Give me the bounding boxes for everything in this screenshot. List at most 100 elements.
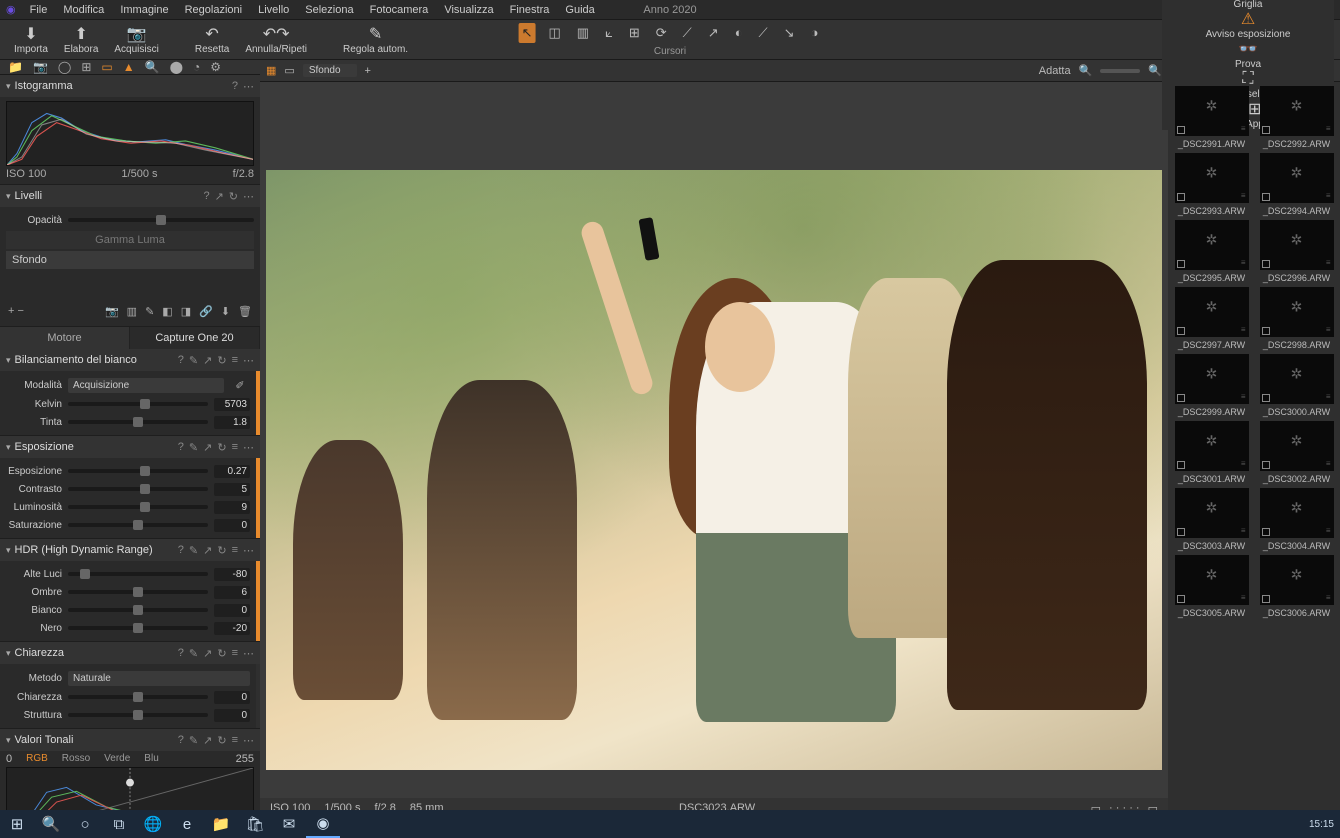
thumbnail[interactable]: ✲≡	[1260, 86, 1334, 136]
tab-library[interactable]: 📁	[8, 60, 23, 74]
checkbox-icon[interactable]	[1262, 193, 1270, 201]
remove-layer-icon[interactable]: −	[18, 305, 24, 317]
menu-image[interactable]: Immagine	[112, 4, 176, 16]
tint-value[interactable]: 1.8	[214, 416, 250, 429]
loupe-tool[interactable]: ▥	[574, 23, 592, 43]
tab-settings[interactable]: ⚙	[210, 60, 221, 74]
checkbox-icon[interactable]	[1177, 461, 1185, 469]
channel-rgb[interactable]: RGB	[26, 753, 48, 765]
thumbnail[interactable]: ✲≡	[1175, 354, 1249, 404]
wb-mode-select[interactable]: Acquisizione	[68, 378, 224, 393]
download-icon[interactable]: ⬇	[221, 305, 230, 318]
gradient-icon[interactable]: ◨	[181, 305, 191, 318]
thumbnail[interactable]: ✲≡	[1175, 287, 1249, 337]
chrome-icon[interactable]: 🌐	[136, 810, 170, 838]
tab-details[interactable]: ▲	[123, 60, 135, 74]
tab-adjust[interactable]: ⬤	[170, 60, 183, 74]
pointer-tool[interactable]: ↖	[519, 23, 536, 43]
reset-button[interactable]: ↶Resetta	[187, 25, 237, 55]
menu-window[interactable]: Finestra	[502, 4, 558, 16]
exposure-warning-button[interactable]: ⚠Avviso esposizione	[1162, 10, 1334, 40]
clarity-value-1[interactable]: 0	[214, 709, 250, 722]
eraser-tool[interactable]: ⟋	[756, 23, 771, 43]
kelvin-value[interactable]: 5703	[214, 398, 250, 411]
channel-green[interactable]: Verde	[104, 753, 130, 765]
proof-button[interactable]: 👓Prova	[1162, 40, 1334, 70]
mail-icon[interactable]: ✉	[272, 810, 306, 838]
gradient-tool[interactable]: ◐	[732, 23, 746, 43]
exposure-slider-0[interactable]	[68, 469, 208, 473]
thumbnail[interactable]: ✲≡	[1175, 555, 1249, 605]
hand-tool[interactable]: ◫	[545, 23, 563, 43]
spot-tool[interactable]: ⟋	[680, 23, 695, 43]
checkbox-icon[interactable]	[1262, 595, 1270, 603]
exposure-value-2[interactable]: 9	[214, 501, 250, 514]
checkbox-icon[interactable]	[1177, 126, 1185, 134]
thumbnail[interactable]: ✲≡	[1175, 153, 1249, 203]
process-button[interactable]: ⬆Elabora	[56, 25, 106, 55]
hdr-slider-0[interactable]	[68, 572, 208, 576]
hdr-value-1[interactable]: 6	[214, 586, 250, 599]
checkbox-icon[interactable]	[1177, 394, 1185, 402]
checkbox-icon[interactable]	[1177, 327, 1185, 335]
start-button[interactable]: ⊞	[0, 810, 34, 838]
checkbox-icon[interactable]	[1177, 528, 1185, 536]
checkbox-icon[interactable]	[1262, 126, 1270, 134]
exposure-header[interactable]: ▾ Esposizione ?✎↗↻≡⋯	[0, 436, 260, 458]
taskbar-clock[interactable]: 15:15	[1309, 819, 1334, 830]
hdr-slider-1[interactable]	[68, 590, 208, 594]
channel-red[interactable]: Rosso	[62, 753, 90, 765]
cortana-button[interactable]: ○	[68, 810, 102, 838]
exposure-slider-3[interactable]	[68, 523, 208, 527]
camera-icon[interactable]: 📷	[105, 305, 119, 318]
background-layer[interactable]: Sfondo	[6, 251, 254, 269]
clarity-method-select[interactable]: Naturale	[68, 671, 250, 686]
clone-tool[interactable]: ↘	[781, 23, 798, 43]
tab-meta[interactable]: ◔	[193, 60, 200, 74]
menu-edit[interactable]: Modifica	[55, 4, 112, 16]
channel-blue[interactable]: Blu	[144, 753, 158, 765]
explorer-icon[interactable]: 📁	[204, 810, 238, 838]
hdr-value-3[interactable]: -20	[214, 622, 250, 635]
link-icon[interactable]: 🔗	[199, 305, 213, 318]
opacity-slider[interactable]	[68, 218, 254, 222]
zoom-bar[interactable]	[1100, 69, 1140, 73]
thumbnail[interactable]: ✲≡	[1260, 287, 1334, 337]
clarity-value-0[interactable]: 0	[214, 691, 250, 704]
menu-view[interactable]: Visualizza	[436, 4, 501, 16]
import-button[interactable]: ⬇Importa	[6, 25, 56, 55]
checkbox-icon[interactable]	[1262, 394, 1270, 402]
kelvin-slider[interactable]	[68, 402, 208, 406]
thumbnail[interactable]: ✲≡	[1260, 555, 1334, 605]
tint-slider[interactable]	[68, 420, 208, 424]
eyedropper-icon[interactable]: ✐	[230, 379, 250, 392]
wb-header[interactable]: ▾ Bilanciamento del bianco ?✎↗↻≡⋯	[0, 349, 260, 371]
view-mode-single-icon[interactable]: ▭	[284, 64, 294, 77]
thumbnail[interactable]: ✲≡	[1260, 220, 1334, 270]
exposure-value-3[interactable]: 0	[214, 519, 250, 532]
store-icon[interactable]: 🛍	[238, 810, 272, 838]
tab-engine[interactable]: Motore	[0, 327, 130, 349]
checkbox-icon[interactable]	[1177, 193, 1185, 201]
thumbnail[interactable]: ✲≡	[1260, 488, 1334, 538]
hdr-header[interactable]: ▾ HDR (High Dynamic Range) ?✎↗↻≡⋯	[0, 539, 260, 561]
thumbnail[interactable]: ✲≡	[1260, 421, 1334, 471]
menu-guide[interactable]: Guida	[557, 4, 602, 16]
checkbox-icon[interactable]	[1262, 528, 1270, 536]
more-icon[interactable]: ⋯	[243, 80, 254, 93]
trash-icon[interactable]: 🗑	[238, 305, 252, 318]
exposure-value-1[interactable]: 5	[214, 483, 250, 496]
thumbnail[interactable]: ✲≡	[1260, 153, 1334, 203]
tab-exposure[interactable]: ▭	[101, 60, 112, 74]
menu-select[interactable]: Seleziona	[297, 4, 361, 16]
auto-adjust-button[interactable]: ✎Regola autom.	[335, 25, 416, 55]
mask-icon[interactable]: ▥	[127, 305, 137, 318]
add-icon[interactable]: +	[365, 65, 371, 77]
levels-header[interactable]: ▾ Livelli ?↗↻⋯	[0, 185, 260, 207]
tab-lens[interactable]: ◯	[58, 60, 71, 74]
add-layer-icon[interactable]: +	[8, 305, 14, 317]
layer-dropdown[interactable]: Sfondo	[303, 64, 357, 77]
exposure-value-0[interactable]: 0.27	[214, 465, 250, 478]
hdr-slider-2[interactable]	[68, 608, 208, 612]
checkbox-icon[interactable]	[1177, 595, 1185, 603]
